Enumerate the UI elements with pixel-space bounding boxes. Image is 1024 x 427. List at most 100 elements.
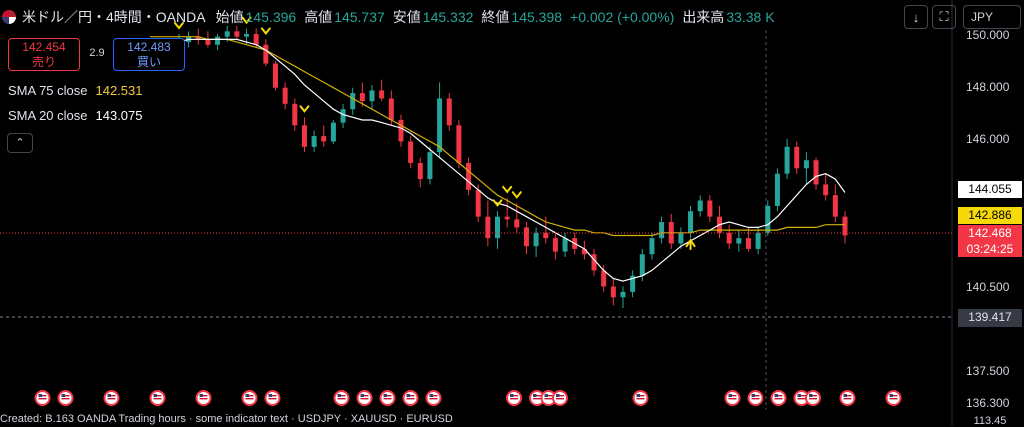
open-label: 始値 (215, 9, 244, 25)
status-strip: Created: B.163 OANDA Trading hours · som… (0, 413, 453, 425)
candle-body (688, 211, 694, 233)
axis-label: 148.000 (966, 80, 1010, 94)
currency-selector[interactable]: JPY (963, 5, 1021, 29)
arrow-down-icon: ↓ (912, 9, 920, 25)
high-label: 高値 (304, 9, 333, 25)
candle-body (803, 160, 809, 169)
us-flag-event-icon[interactable] (356, 390, 373, 406)
last-price: 142.468 (968, 226, 1012, 240)
us-flag-event-icon[interactable] (552, 390, 568, 406)
sma75-price-tag: 142.886 (958, 207, 1022, 224)
us-flag-event-icon[interactable] (839, 390, 856, 406)
us-flag-event-icon[interactable] (57, 390, 74, 406)
candle-body (359, 93, 365, 102)
candle-body (659, 222, 665, 239)
axis-label: 150.000 (966, 28, 1010, 42)
candle-body (784, 146, 790, 174)
candle-body (543, 232, 549, 239)
candle-body (369, 90, 375, 102)
low-label: 安値 (392, 9, 421, 25)
candle-body (388, 98, 394, 120)
sma75-label: SMA 75 close (8, 83, 88, 98)
us-flag-event-icon[interactable] (195, 390, 212, 406)
us-flag-event-icon[interactable] (402, 390, 419, 406)
sell-button[interactable]: 142.454 売り (8, 38, 80, 71)
scroll-down-button[interactable]: ↓ (904, 5, 928, 29)
candle-body (736, 238, 742, 244)
candle-body (311, 136, 317, 147)
us-flag-event-icon[interactable] (333, 390, 350, 406)
buy-button[interactable]: 142.483 買い (113, 38, 185, 71)
candle-body (340, 109, 346, 123)
candle-body (350, 93, 356, 110)
us-flag-event-icon[interactable] (103, 390, 120, 406)
candle-body (552, 238, 558, 252)
maximize-icon: ⛶ (939, 9, 949, 24)
candle-body (398, 119, 404, 142)
us-flag-event-icon[interactable] (241, 390, 258, 406)
candle-body (601, 270, 607, 287)
candle-body (253, 34, 259, 45)
us-flag-event-icon[interactable] (805, 390, 821, 406)
candle-body (417, 162, 423, 180)
candle-body (514, 219, 520, 228)
candle-body (523, 227, 529, 247)
volume-label: 出来高 (682, 9, 725, 25)
candle-body (466, 162, 472, 190)
axis-label: 137.500 (966, 364, 1010, 378)
us-flag-event-icon[interactable] (149, 390, 166, 406)
candle-body (215, 36, 221, 45)
us-flag-event-icon[interactable] (770, 390, 787, 406)
axis-label: 136.300 (966, 396, 1010, 410)
sma75-legend[interactable]: SMA 75 close 142.531 (8, 83, 143, 98)
sell-label: 売り (31, 55, 56, 69)
candle-body (224, 31, 230, 37)
candle-body (456, 125, 462, 163)
candle-body (282, 87, 288, 104)
candle-body (475, 189, 481, 217)
sma20-value: 143.075 (95, 108, 143, 123)
crosshair-price-tag: 139.417 (958, 309, 1022, 327)
price-guides (0, 232, 952, 318)
spread-value: 2.9 (89, 47, 105, 59)
us-jp-flag-icon (2, 10, 16, 24)
candle-body (610, 286, 616, 298)
us-flag-event-icon[interactable] (885, 390, 902, 406)
candle-body (408, 141, 414, 163)
low-value: 145.332 (422, 9, 474, 25)
sma75-value: 142.531 (95, 83, 143, 98)
symbol-title[interactable]: 米ドル／円・4時間・OANDA (22, 7, 206, 27)
candle-body (678, 232, 684, 244)
us-flag-event-icon[interactable] (724, 390, 741, 406)
us-flag-event-icon[interactable] (632, 390, 649, 406)
us-flag-event-icon[interactable] (264, 390, 281, 406)
us-flag-event-icon[interactable] (379, 390, 396, 406)
us-flag-event-icon[interactable] (506, 390, 522, 406)
candle-body (697, 200, 703, 212)
maximize-button[interactable]: ⛶ (932, 5, 956, 29)
candle-body (321, 136, 327, 142)
change-value: +0.002 (+0.00%) (570, 9, 675, 25)
candle-body (504, 216, 510, 220)
signal-arrow-down (502, 185, 513, 194)
candle-body (427, 152, 433, 180)
signal-arrow-down (299, 105, 310, 113)
close-value: 145.398 (511, 9, 563, 25)
collapse-legend-button[interactable]: ⌃ (7, 133, 33, 153)
chart-grid (765, 0, 953, 426)
candle-body (726, 232, 732, 244)
candle-body (755, 232, 761, 249)
us-flag-event-icon[interactable] (425, 390, 442, 406)
candle-body (823, 184, 829, 196)
candle-body (533, 232, 539, 247)
candle-body (639, 254, 645, 276)
us-flag-event-icon[interactable] (747, 390, 764, 406)
sma20-legend[interactable]: SMA 20 close 143.075 (8, 108, 143, 123)
candle-body (774, 173, 780, 206)
buy-label: 買い (136, 55, 161, 69)
candle-body (813, 160, 819, 185)
sell-price: 142.454 (22, 40, 66, 54)
us-flag-event-icon[interactable] (34, 390, 51, 406)
candle-body (244, 34, 250, 37)
candle-body (745, 238, 751, 249)
